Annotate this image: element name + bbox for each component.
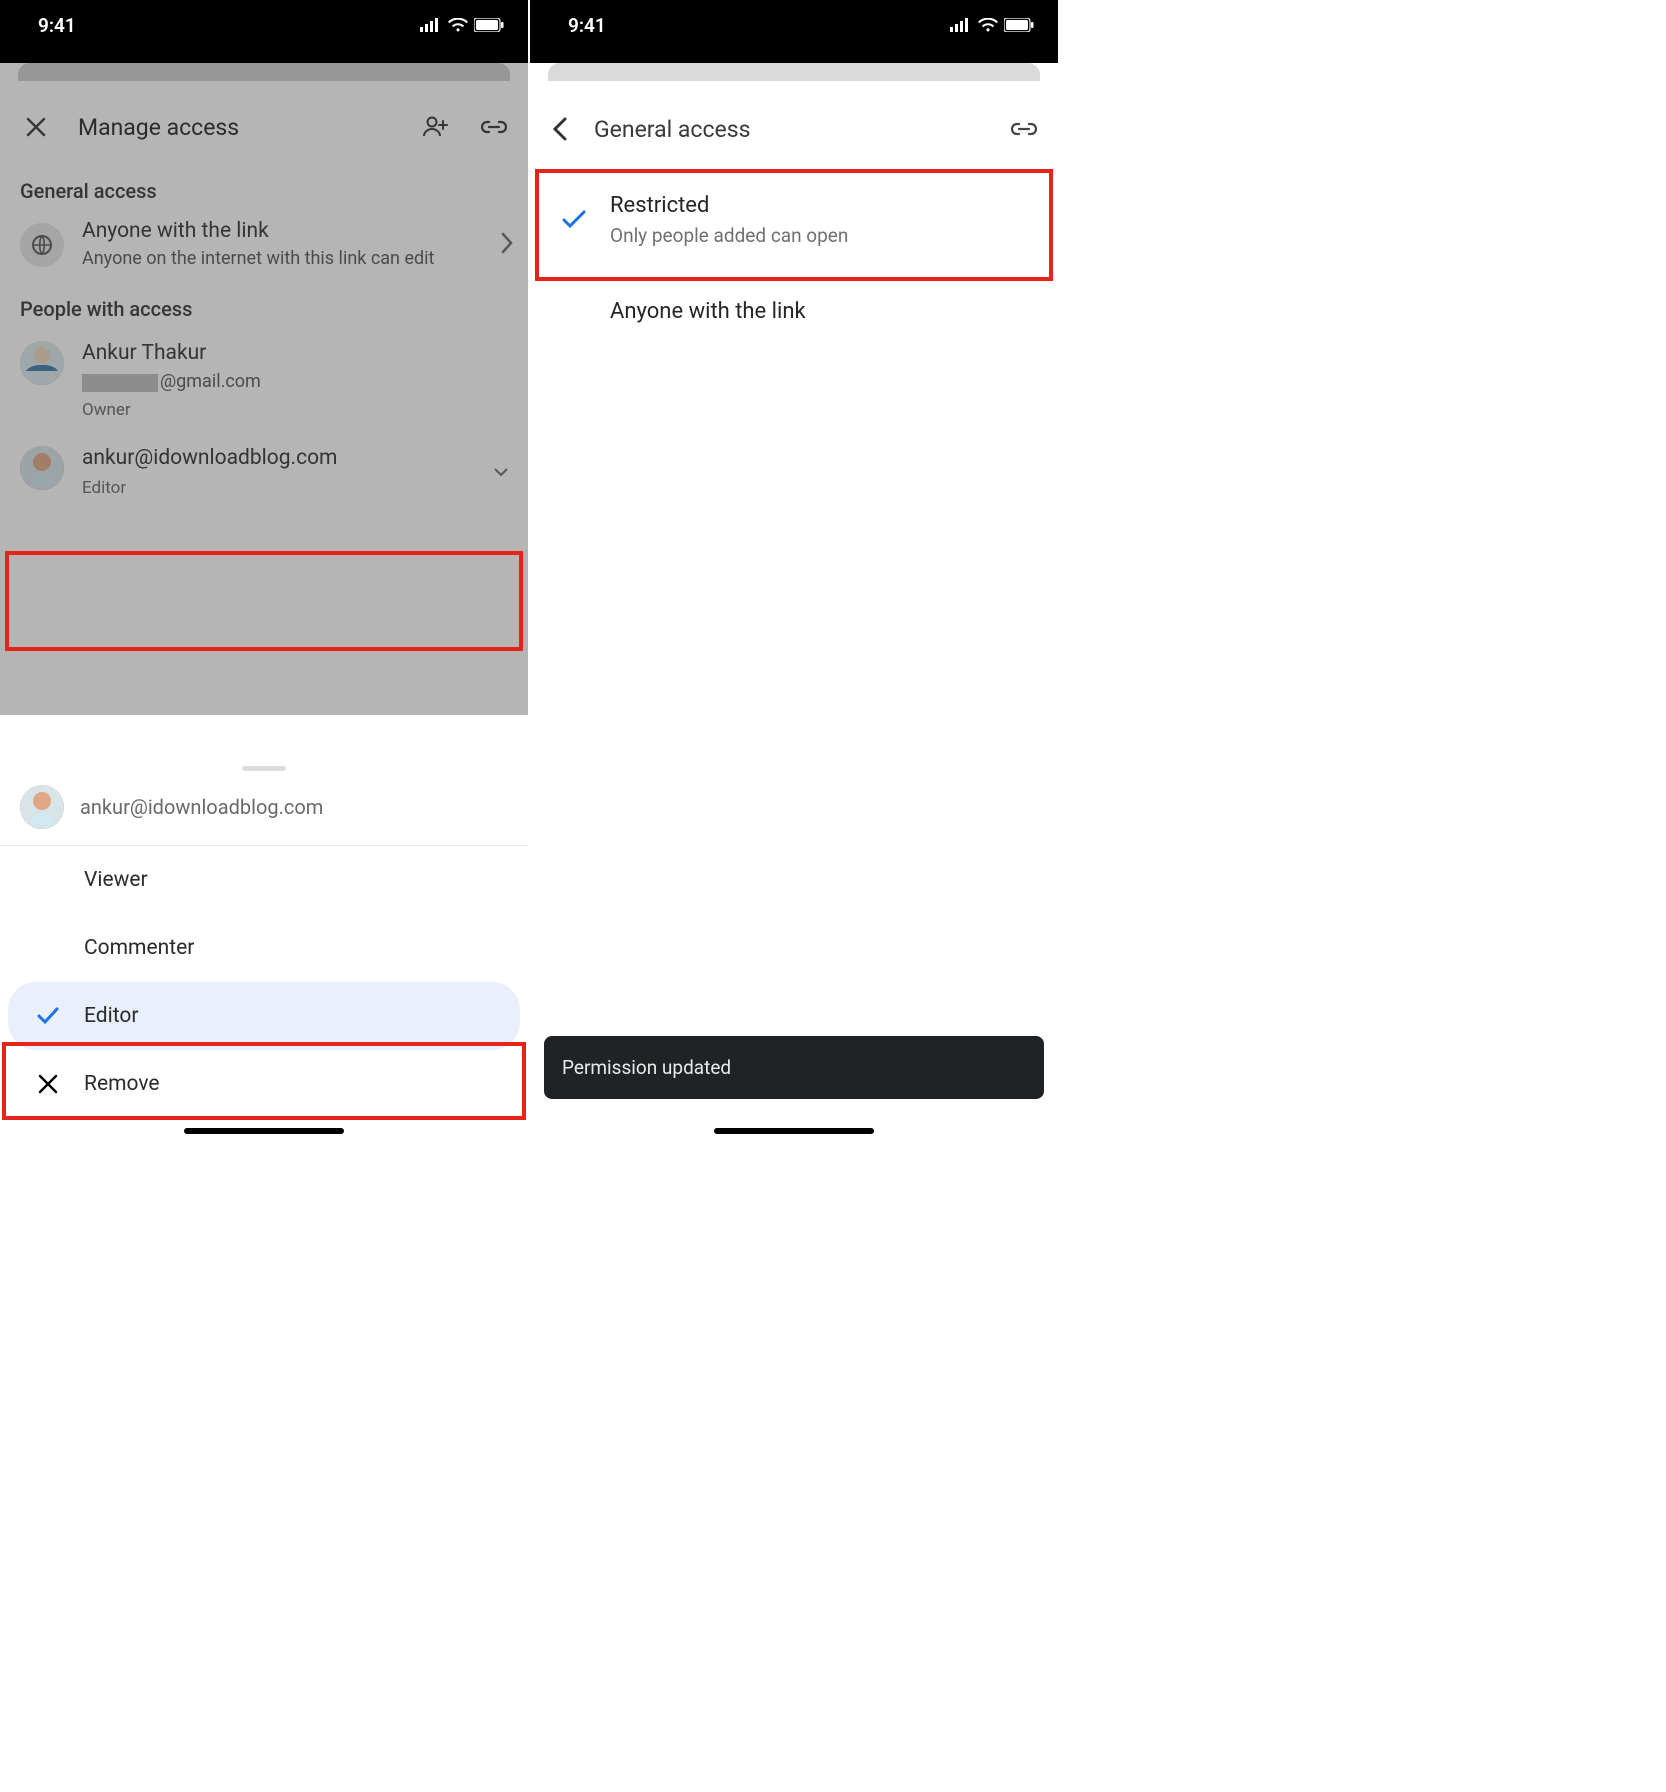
check-icon: [32, 1007, 64, 1025]
battery-icon: [474, 18, 504, 32]
link-icon[interactable]: [478, 111, 510, 143]
general-access-title: General access: [594, 116, 990, 143]
person-role: Owner: [82, 392, 508, 420]
ga-title: Anyone with the link: [82, 219, 482, 243]
general-access-row[interactable]: Anyone with the link Anyone on the inter…: [0, 213, 528, 285]
option-commenter[interactable]: Commenter: [0, 914, 528, 982]
add-person-icon[interactable]: [420, 111, 452, 143]
status-bar: 9:41: [530, 0, 1058, 50]
toast-permission-updated: Permission updated: [544, 1036, 1044, 1099]
check-icon: [554, 210, 594, 230]
back-icon[interactable]: [544, 113, 576, 145]
status-bar: 9:41: [0, 0, 528, 50]
close-icon[interactable]: [20, 111, 52, 143]
highlight-editor-row: [5, 551, 523, 651]
home-indicator[interactable]: [184, 1128, 344, 1134]
avatar: [20, 446, 64, 490]
person-name: Ankur Thakur: [82, 341, 508, 365]
cell-signal-icon: [420, 18, 442, 32]
general-access-label: General access: [0, 167, 528, 213]
person-owner-row: Ankur Thakur @gmail.com Owner: [0, 331, 528, 428]
avatar: [20, 785, 64, 829]
person-email-text: ankur@idownloadblog.com: [82, 446, 476, 470]
avatar: [20, 341, 64, 385]
person-role: Editor: [82, 470, 476, 498]
wifi-icon: [448, 18, 468, 32]
battery-icon: [1004, 18, 1034, 32]
person-editor-row[interactable]: ankur@idownloadblog.com Editor: [0, 428, 528, 506]
option-label: Viewer: [84, 868, 148, 892]
option-restricted[interactable]: Restricted Only people added can open: [530, 171, 1058, 269]
person-email: @gmail.com: [82, 365, 508, 392]
link-icon[interactable]: [1008, 113, 1040, 145]
option-title: Restricted: [610, 193, 848, 218]
home-indicator[interactable]: [714, 1128, 874, 1134]
manage-access-title: Manage access: [78, 114, 394, 141]
option-title: Anyone with the link: [610, 299, 806, 324]
option-label: Remove: [84, 1072, 160, 1096]
status-time: 9:41: [38, 14, 76, 37]
option-remove[interactable]: Remove: [0, 1050, 528, 1118]
people-with-access-label: People with access: [0, 285, 528, 331]
ga-subtitle: Anyone on the internet with this link ca…: [82, 243, 482, 271]
cell-signal-icon: [950, 18, 972, 32]
option-editor[interactable]: Editor: [8, 982, 520, 1050]
sheet-email: ankur@idownloadblog.com: [80, 795, 323, 819]
option-label: Editor: [84, 1004, 138, 1028]
role-bottom-sheet: ankur@idownloadblog.com Viewer Commenter…: [0, 756, 528, 1140]
close-icon: [32, 1074, 64, 1094]
chevron-right-icon: [500, 232, 514, 258]
option-label: Commenter: [84, 936, 194, 960]
status-time: 9:41: [568, 14, 606, 37]
globe-icon: [20, 223, 64, 267]
option-viewer[interactable]: Viewer: [0, 846, 528, 914]
wifi-icon: [978, 18, 998, 32]
caret-down-icon: [494, 463, 508, 482]
option-anyone-link[interactable]: Anyone with the link: [530, 269, 1058, 346]
option-subtitle: Only people added can open: [610, 218, 848, 247]
grab-handle[interactable]: [242, 766, 286, 771]
